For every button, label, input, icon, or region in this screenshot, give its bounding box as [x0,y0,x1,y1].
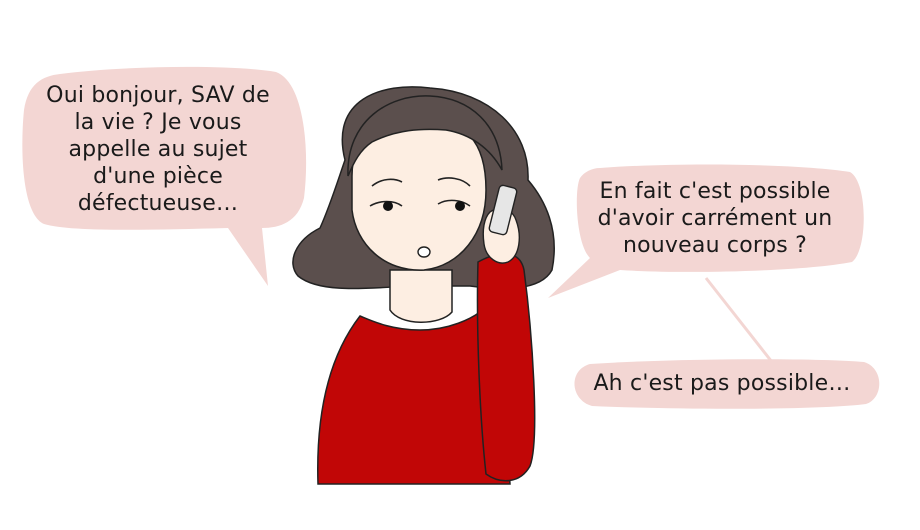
speech-text-right: En fait c'est possible d'avoir carrément… [580,178,850,259]
speech-line: d'une pièce [93,164,223,189]
speech-text-left: Oui bonjour, SAV de la vie ? Je vous app… [28,82,288,217]
speech-line: Oui bonjour, SAV de [46,83,270,108]
speech-line: nouveau corps ? [622,233,808,258]
speech-line: En fait c'est possible [599,179,831,204]
mouth [417,246,431,258]
eye-left [383,201,393,211]
eye-right [455,201,465,211]
neck [389,269,453,323]
speech-line: appelle au sujet [68,137,248,162]
speech-line: d'avoir carrément un [597,206,833,231]
speech-line: Ah c'est pas possible… [593,371,851,396]
speech-text-bottom: Ah c'est pas possible… [572,370,872,397]
speech-line: la vie ? Je vous [74,110,242,135]
speech-bubble-right-connector [704,277,774,363]
speech-line: défectueuse… [77,191,239,216]
woman-on-phone-icon [292,86,555,485]
comic-panel [22,66,880,485]
arm-raised [476,253,536,482]
